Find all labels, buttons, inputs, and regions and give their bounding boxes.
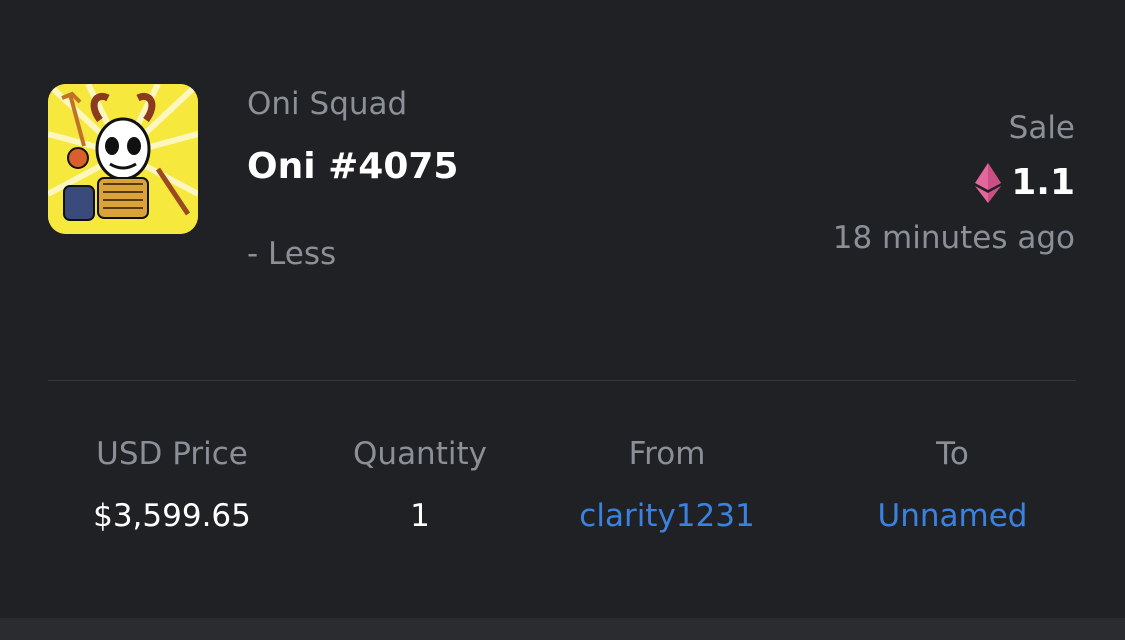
next-card-edge xyxy=(0,618,1125,640)
usd-price-value: $3,599.65 xyxy=(93,498,251,534)
to-user-link[interactable]: Unnamed xyxy=(840,498,1065,534)
sale-activity-card: Oni Squad Oni #4075 - Less Sale 1.1 18 m… xyxy=(0,0,1125,618)
price-value: 1.1 xyxy=(1011,162,1075,203)
event-type-label: Sale xyxy=(1008,110,1075,146)
quantity-value: 1 xyxy=(410,498,430,534)
from-column: From clarity1231 xyxy=(562,436,772,534)
usd-price-column: USD Price $3,599.65 xyxy=(72,436,272,534)
to-column: To Unnamed xyxy=(840,436,1065,534)
quantity-column: Quantity 1 xyxy=(320,436,520,534)
divider xyxy=(48,380,1076,381)
collection-name[interactable]: Oni Squad xyxy=(247,86,407,122)
sale-price: 1.1 xyxy=(975,162,1075,203)
usd-price-label: USD Price xyxy=(96,436,248,472)
from-user-link[interactable]: clarity1231 xyxy=(562,498,772,534)
ethereum-icon xyxy=(975,162,1002,203)
show-less-toggle[interactable]: - Less xyxy=(247,236,336,272)
oni-nft-image xyxy=(48,84,198,234)
nft-thumbnail[interactable] xyxy=(48,84,198,234)
quantity-label: Quantity xyxy=(353,436,487,472)
event-timestamp[interactable]: 18 minutes ago xyxy=(833,220,1075,256)
item-title[interactable]: Oni #4075 xyxy=(247,146,458,187)
from-label: From xyxy=(628,436,706,472)
to-label: To xyxy=(936,436,969,472)
